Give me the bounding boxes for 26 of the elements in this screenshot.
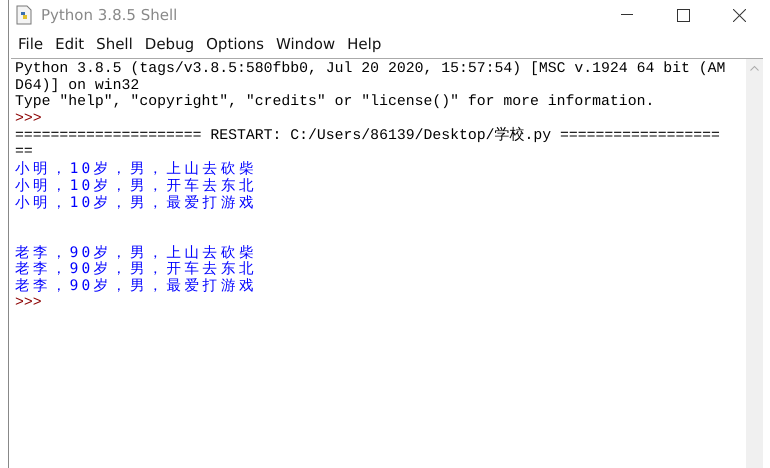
program-output: 老李，90岁，男，开车去东北 <box>15 261 258 278</box>
console-text: ===================== RESTART: C:/Users/86139/Desktop/学校.py ================== <box>15 128 720 144</box>
menu-item[interactable]: Edit <box>50 35 92 53</box>
scroll-up-icon[interactable] <box>750 65 759 71</box>
program-output: 小明，10岁，男，最爱打游戏 <box>15 194 258 210</box>
program-output: 老李，90岁，男，上山去砍柴 <box>15 244 258 261</box>
window-title: Python 3.8.5 Shell <box>41 6 178 24</box>
maximize-icon <box>676 8 690 22</box>
program-output: 小明，10岁，男，上山去砍柴 <box>15 161 258 178</box>
menu-item[interactable]: Window <box>271 35 342 53</box>
menu-item[interactable]: Options <box>201 35 271 53</box>
menu-item[interactable]: Shell <box>91 35 140 53</box>
python-file-icon <box>15 5 33 25</box>
shell-prompt: >>> <box>15 111 42 128</box>
console-text: D64)] on win32 <box>15 78 140 94</box>
close-icon <box>732 8 746 22</box>
program-output: 小明，10岁，男，开车去东北 <box>15 178 258 194</box>
program-output: 老李，90岁，男，最爱打游戏 <box>15 278 258 294</box>
console-text: == <box>15 144 33 160</box>
console-text: Type "help", "copyright", "credits" or "license()" for more information. <box>15 94 654 110</box>
menu-item[interactable]: File <box>13 35 50 53</box>
console-text: Python 3.8.5 (tags/v3.8.5:580fbb0, Jul 20 2020, 15:57:54) [MSC v.1924 64 bit (AM <box>15 61 726 77</box>
menu-item[interactable]: Debug <box>140 35 202 53</box>
menu-item[interactable]: Help <box>342 35 388 53</box>
minimize-icon <box>621 14 633 16</box>
shell-prompt: >>> <box>15 294 42 311</box>
